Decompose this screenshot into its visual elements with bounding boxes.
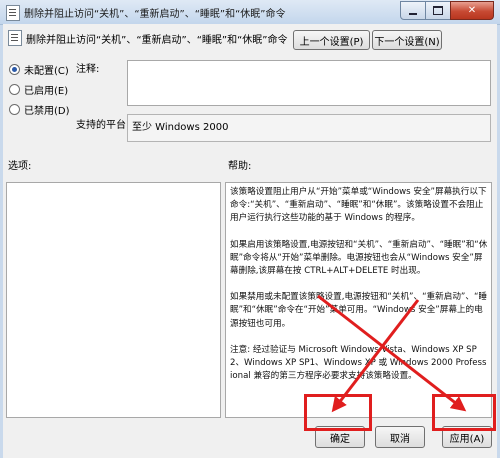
minimize-icon <box>409 12 417 15</box>
help-pane[interactable]: 该策略设置阻止用户从“开始”菜单或“Windows 安全”屏幕执行以下命令:“关… <box>225 182 492 418</box>
radio-not-configured[interactable]: 未配置(C) <box>9 62 69 77</box>
window-controls: ✕ <box>400 1 494 20</box>
comment-label: 注释: <box>76 64 100 75</box>
help-paragraph: 该策略设置阻止用户从“开始”菜单或“Windows 安全”屏幕执行以下命令:“关… <box>230 187 487 224</box>
close-button[interactable]: ✕ <box>450 1 494 20</box>
help-paragraph: 如果禁用或未配置该策略设置,电源按钮和“关机”、“重新启动”、“睡眠”和“休眠”… <box>230 292 488 329</box>
comment-field[interactable] <box>127 60 491 106</box>
close-icon: ✕ <box>467 5 477 16</box>
policy-setting-icon <box>8 30 22 46</box>
maximize-icon <box>433 6 443 15</box>
radio-indicator[interactable] <box>9 64 20 75</box>
policy-document-icon <box>6 5 20 21</box>
next-setting-button[interactable]: 下一个设置(N) <box>372 30 442 50</box>
apply-button[interactable]: 应用(A) <box>442 426 492 448</box>
radio-label: 已禁用(D) <box>24 106 70 117</box>
help-paragraph: 注意: 经过验证与 Microsoft Windows Vista、Window… <box>230 344 487 382</box>
previous-setting-button[interactable]: 上一个设置(P) <box>293 30 370 50</box>
supported-platform-value: 至少 Windows 2000 <box>127 114 491 142</box>
help-paragraph: 如果启用该策略设置,电源按钮和“关机”、“重新启动”、“睡眠”和“休眠”命令将从… <box>230 239 488 277</box>
radio-disabled[interactable]: 已禁用(D) <box>9 102 70 117</box>
cancel-button[interactable]: 取消 <box>375 426 425 448</box>
options-label: 选项: <box>8 161 32 172</box>
radio-enabled[interactable]: 已启用(E) <box>9 82 68 97</box>
ok-button[interactable]: 确定 <box>315 426 365 448</box>
help-label: 帮助: <box>228 161 252 172</box>
policy-dialog: 删除并阻止访问“关机”、“重新启动”、“睡眠”和“休眠”命令 上一个设置(P) … <box>3 24 497 458</box>
radio-indicator[interactable] <box>9 104 20 115</box>
radio-indicator[interactable] <box>9 84 20 95</box>
radio-label: 已启用(E) <box>24 86 69 97</box>
maximize-button[interactable] <box>425 1 451 20</box>
title-bar: 删除并阻止访问“关机”、“重新启动”、“睡眠”和“休眠”命令 ✕ <box>0 0 500 25</box>
policy-title: 删除并阻止访问“关机”、“重新启动”、“睡眠”和“休眠”命令 <box>26 35 288 46</box>
supported-platform-label: 支持的平台: <box>76 120 130 131</box>
options-pane <box>6 182 221 418</box>
radio-label: 未配置(C) <box>24 66 69 77</box>
minimize-button[interactable] <box>400 1 426 20</box>
window-title: 删除并阻止访问“关机”、“重新启动”、“睡眠”和“休眠”命令 <box>24 9 286 20</box>
